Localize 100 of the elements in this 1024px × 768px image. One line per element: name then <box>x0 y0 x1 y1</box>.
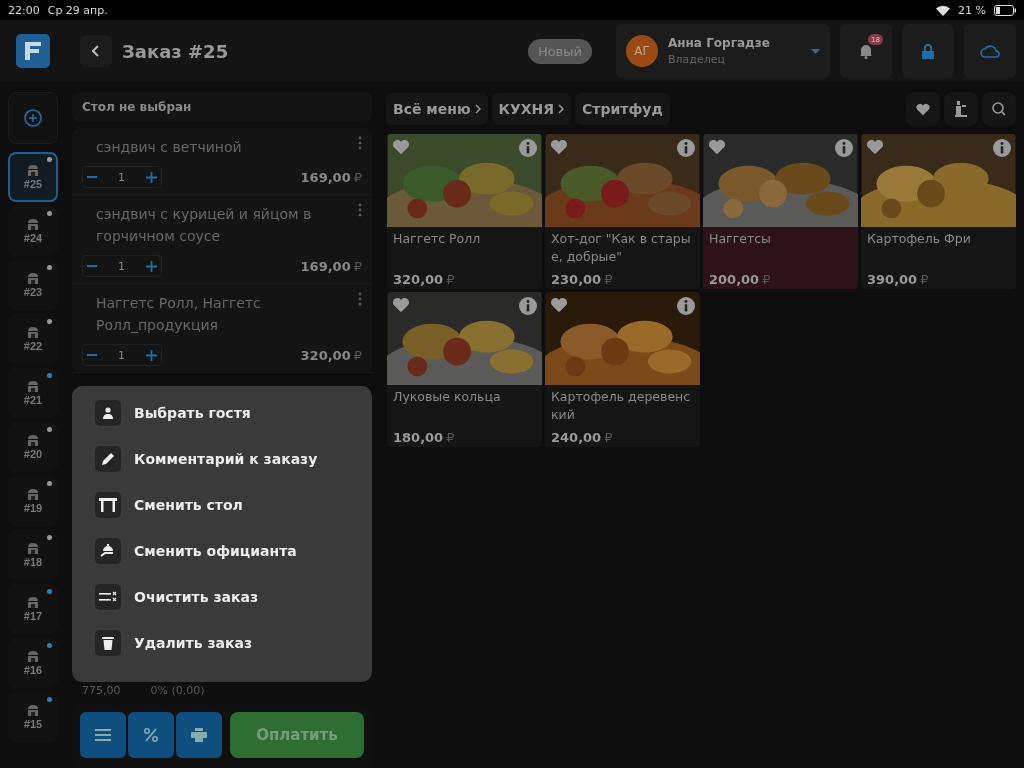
clear-list-icon <box>99 591 117 603</box>
item-price: 320,00 ₽ <box>300 347 362 363</box>
quantity-stepper[interactable]: 1 <box>82 255 162 277</box>
product-price: 230,00 ₽ <box>550 271 614 289</box>
breadcrumb[interactable]: Всё меню <box>386 93 488 125</box>
quantity-value: 1 <box>118 259 125 273</box>
order-tab[interactable]: #18 <box>8 530 58 580</box>
breadcrumb[interactable]: Стритфуд <box>575 93 670 125</box>
product-name: Хот-дог "Как в стары е, добрые" <box>550 230 692 267</box>
battery-percent: 21 % <box>958 3 986 17</box>
user-menu[interactable]: АГ Анна Горгадзе Владелец <box>616 24 830 78</box>
info-icon[interactable] <box>993 139 1011 157</box>
order-tab[interactable]: #17 <box>8 584 58 634</box>
store-icon <box>27 704 39 716</box>
table-icon <box>99 498 117 512</box>
quantity-value: 1 <box>118 348 125 362</box>
quantity-stepper[interactable]: 1 <box>82 166 162 188</box>
status-date: Ср 29 апр. <box>47 3 109 17</box>
breadcrumb[interactable]: КУХНЯ <box>491 93 572 125</box>
discount-button[interactable] <box>128 712 174 758</box>
summary-value: 0% (0,00) <box>150 684 205 699</box>
notifications-button[interactable]: 18 <box>840 24 892 78</box>
more-icon[interactable] <box>358 203 362 217</box>
more-icon[interactable] <box>358 292 362 306</box>
heart-icon[interactable] <box>550 139 568 155</box>
search-button[interactable] <box>982 92 1016 126</box>
product-card[interactable]: Хот-дог "Как в стары е, добрые" 230,00 ₽ <box>545 134 700 289</box>
order-tab[interactable]: #16 <box>8 638 58 688</box>
cloud-icon <box>980 44 1000 58</box>
product-price: 390,00 ₽ <box>866 271 930 289</box>
quantity-stepper[interactable]: 1 <box>82 344 162 366</box>
order-tab[interactable]: #19 <box>8 476 58 526</box>
product-name: Луковые кольца <box>392 388 502 407</box>
product-card[interactable]: Наггетс Ролл 320,00 ₽ <box>387 134 542 289</box>
bell-icon <box>858 43 874 59</box>
user-role: Владелец <box>668 53 726 66</box>
plus-circle-icon <box>24 109 42 127</box>
info-icon[interactable] <box>519 139 537 157</box>
filter-button[interactable] <box>944 92 978 126</box>
heart-icon[interactable] <box>550 297 568 313</box>
order-tab[interactable]: #15 <box>8 692 58 742</box>
more-icon[interactable] <box>358 136 362 150</box>
heart-icon[interactable] <box>392 139 410 155</box>
store-icon <box>27 326 39 338</box>
plus-button[interactable] <box>146 171 157 183</box>
info-icon[interactable] <box>677 139 695 157</box>
product-name: Наггетсы <box>708 230 772 249</box>
menu-item[interactable]: Комментарий к заказу <box>134 451 318 467</box>
product-name: Картофель Фри <box>866 230 972 249</box>
heart-icon[interactable] <box>708 139 726 155</box>
lock-icon <box>922 43 934 59</box>
product-card[interactable]: Картофель Фри 390,00 ₽ <box>861 134 1016 289</box>
plus-button[interactable] <box>146 260 157 272</box>
caret-icon <box>811 48 820 54</box>
order-tab[interactable]: #23 <box>8 260 58 310</box>
favorites-button[interactable] <box>906 92 940 126</box>
order-item-name: Наггетс Ролл, Наггетс Ролл_продукция <box>95 294 262 335</box>
info-icon[interactable] <box>835 139 853 157</box>
order-item-name: сэндвич с курицей и яйцом в горчичном соусе <box>95 205 313 246</box>
trash-icon <box>102 636 114 650</box>
order-tab[interactable]: #24 <box>8 206 58 256</box>
print-button[interactable] <box>176 712 222 758</box>
store-icon <box>27 596 39 608</box>
menu-item[interactable]: Сменить официанта <box>134 543 297 559</box>
product-card[interactable]: Картофель деревенс кий 240,00 ₽ <box>545 292 700 447</box>
heart-icon[interactable] <box>392 297 410 313</box>
add-order-button[interactable] <box>8 92 58 144</box>
info-icon[interactable] <box>677 297 695 315</box>
info-icon[interactable] <box>519 297 537 315</box>
order-item-name: сэндвич с ветчиной <box>95 138 243 157</box>
store-icon <box>27 488 39 500</box>
back-button[interactable] <box>80 35 112 67</box>
store-icon <box>27 434 39 446</box>
plus-button[interactable] <box>146 349 157 361</box>
menu-button[interactable] <box>80 712 126 758</box>
user-avatar: АГ <box>626 35 658 67</box>
printer-icon <box>191 728 207 742</box>
product-price: 200,00 ₽ <box>708 271 772 289</box>
menu-item[interactable]: Сменить стол <box>134 497 243 513</box>
notification-count: 18 <box>868 34 883 45</box>
wifi-icon <box>936 4 951 16</box>
product-name: Наггетс Ролл <box>392 230 482 249</box>
percent-icon <box>144 728 158 742</box>
bottle-icon <box>955 101 967 117</box>
product-price: 240,00 ₽ <box>550 429 614 447</box>
order-tab[interactable]: #20 <box>8 422 58 472</box>
order-tab[interactable]: #22 <box>8 314 58 364</box>
lock-button[interactable] <box>902 24 954 78</box>
order-tab[interactable]: #21 <box>8 368 58 418</box>
menu-item[interactable]: Выбрать гостя <box>134 405 251 421</box>
menu-item[interactable]: Удалить заказ <box>134 635 253 651</box>
order-title: Заказ #25 <box>122 40 230 62</box>
product-card[interactable]: Луковые кольца 180,00 ₽ <box>387 292 542 447</box>
menu-icon <box>95 729 111 741</box>
heart-icon[interactable] <box>866 139 884 155</box>
cloud-sync-button[interactable] <box>964 24 1016 78</box>
status-time: 22:00 <box>8 3 40 17</box>
menu-item[interactable]: Очистить заказ <box>134 589 259 605</box>
product-card[interactable]: Наггетсы 200,00 ₽ <box>703 134 858 289</box>
order-tab[interactable]: #25 <box>8 152 58 202</box>
